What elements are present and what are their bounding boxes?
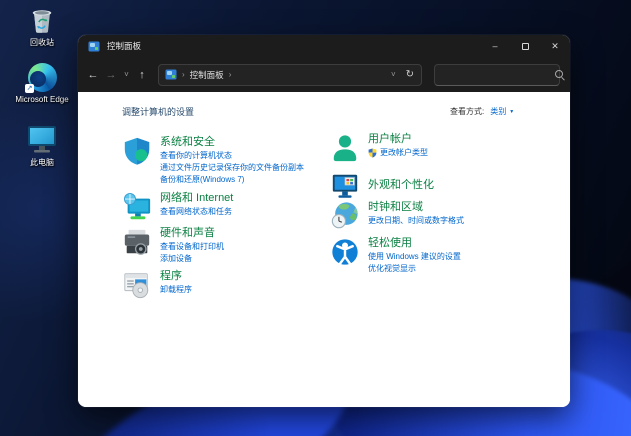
edge-icon: ↗: [12, 60, 72, 92]
recent-pages-dropdown[interactable]: ˅: [120, 70, 133, 79]
minimize-button[interactable]: –: [480, 35, 510, 57]
task-link[interactable]: 使用 Windows 建议的设置: [368, 251, 461, 263]
navigation-bar: ← → ˅ ↑ › 控制面板 › ˅ ↻: [78, 57, 570, 92]
control-panel-app-icon: [88, 41, 100, 52]
breadcrumb-separator: ›: [229, 70, 232, 79]
appearance-personalization-icon[interactable]: [330, 171, 360, 201]
address-bar[interactable]: › 控制面板 › ˅ ↻: [158, 64, 422, 86]
address-dropdown-icon[interactable]: ˅: [391, 70, 396, 79]
category-title[interactable]: 系统和安全: [160, 136, 304, 149]
category-hardware-sound: 硬件和声音 查看设备和打印机 添加设备: [122, 227, 337, 265]
category-ease-of-access: 轻松使用 使用 Windows 建议的设置 优化视觉显示: [330, 237, 545, 275]
desktop-icon-microsoft-edge[interactable]: ↗ Microsoft Edge: [12, 60, 72, 104]
programs-icon[interactable]: [122, 270, 152, 300]
desktop-icon-recycle-bin[interactable]: 回收站: [12, 3, 72, 47]
control-panel-window: 控制面板 – ✕ ← → ˅ ↑ › 控制面板 › ˅ ↻: [78, 35, 570, 407]
task-link[interactable]: 卸载程序: [160, 284, 192, 296]
category-title[interactable]: 网络和 Internet: [160, 192, 233, 205]
category-network-internet: 网络和 Internet 查看网络状态和任务: [122, 192, 337, 222]
task-link[interactable]: 查看你的计算机状态: [160, 150, 304, 162]
category-title[interactable]: 轻松使用: [368, 237, 461, 250]
category-title[interactable]: 外观和个性化: [368, 179, 434, 192]
category-clock-region: 时钟和区域 更改日期、时间或数字格式: [330, 201, 545, 231]
up-button[interactable]: ↑: [133, 69, 151, 81]
hardware-sound-icon[interactable]: [122, 227, 152, 257]
breadcrumb-separator: ›: [182, 70, 185, 79]
page-title: 调整计算机的设置: [122, 105, 194, 118]
category-system-security: 系统和安全 查看你的计算机状态 通过文件历史记录保存你的文件备份副本 备份和还原…: [122, 136, 337, 186]
task-link[interactable]: 备份和还原(Windows 7): [160, 174, 304, 186]
close-button[interactable]: ✕: [540, 35, 570, 57]
desktop-icon-label: Microsoft Edge: [14, 95, 70, 104]
network-internet-icon[interactable]: [122, 192, 152, 222]
forward-button[interactable]: →: [102, 69, 120, 81]
recycle-bin-icon: [12, 3, 72, 35]
back-button[interactable]: ←: [84, 69, 102, 81]
category-title[interactable]: 程序: [160, 270, 192, 283]
view-by-label: 查看方式:: [450, 106, 484, 117]
shortcut-arrow-icon: ↗: [25, 84, 34, 93]
desktop-icon-label: 此电脑: [12, 158, 72, 167]
search-input[interactable]: [435, 65, 554, 85]
task-link-label: 更改帐户类型: [380, 147, 428, 159]
control-panel-home: 调整计算机的设置 查看方式: 类别 ▼ 系统和安全 查看你的计算机状态 通过文件…: [78, 92, 570, 407]
refresh-icon[interactable]: ↻: [406, 69, 414, 80]
category-programs: 程序 卸载程序: [122, 270, 337, 300]
task-link[interactable]: 优化视觉显示: [368, 263, 461, 275]
uac-shield-icon: [368, 148, 377, 158]
user-accounts-icon[interactable]: [330, 133, 360, 163]
maximize-button[interactable]: [510, 35, 540, 57]
view-by-caret-icon[interactable]: ▼: [509, 109, 514, 115]
task-link[interactable]: 通过文件历史记录保存你的文件备份副本: [160, 162, 304, 174]
category-title[interactable]: 用户帐户: [368, 133, 428, 146]
task-link[interactable]: 查看网络状态和任务: [160, 206, 233, 218]
desktop-icon-label: 回收站: [12, 38, 72, 47]
ease-of-access-icon[interactable]: [330, 237, 360, 267]
task-link[interactable]: 更改日期、时间或数字格式: [368, 215, 464, 227]
task-link[interactable]: 查看设备和打印机: [160, 241, 224, 253]
category-title[interactable]: 硬件和声音: [160, 227, 224, 240]
breadcrumb-control-panel[interactable]: 控制面板: [190, 69, 224, 81]
category-appearance-personalization: 外观和个性化: [330, 171, 545, 201]
category-user-accounts: 用户帐户 更改帐户类型: [330, 133, 545, 163]
breadcrumb-control-panel-icon[interactable]: [165, 69, 177, 80]
desktop-icon-this-pc[interactable]: 此电脑: [12, 123, 72, 167]
task-link[interactable]: 添加设备: [160, 253, 224, 265]
this-pc-icon: [12, 123, 72, 155]
title-bar: 控制面板 – ✕: [78, 35, 570, 57]
view-by-control: 查看方式: 类别 ▼: [450, 106, 514, 117]
search-box[interactable]: [434, 64, 560, 86]
maximize-icon: [522, 43, 529, 50]
category-title[interactable]: 时钟和区域: [368, 201, 464, 214]
view-by-value[interactable]: 类别: [490, 106, 506, 117]
window-title: 控制面板: [107, 40, 141, 52]
system-security-icon[interactable]: [122, 136, 152, 166]
task-link[interactable]: 更改帐户类型: [368, 147, 428, 159]
clock-region-icon[interactable]: [330, 201, 360, 231]
